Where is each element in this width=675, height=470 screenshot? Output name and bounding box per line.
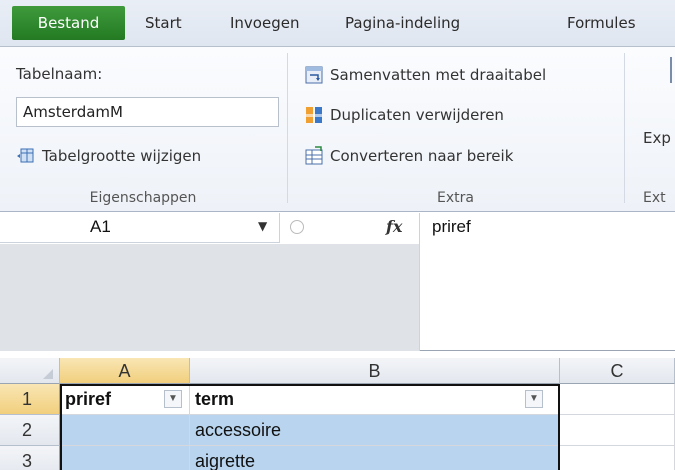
insert-function-icon[interactable]: fx [386, 217, 402, 236]
cell-b1-value: term [195, 389, 235, 409]
cell-a1-value: priref [65, 389, 112, 409]
name-box-value: A1 [90, 217, 111, 236]
resize-table-button[interactable]: Tabelgrootte wijzigen [16, 146, 201, 166]
tab-page-layout[interactable]: Pagina-indeling [345, 8, 460, 38]
row-header-2[interactable]: 2 [0, 415, 60, 446]
pivot-table-label: Samenvatten met draaitabel [330, 66, 547, 84]
tab-formulas[interactable]: Formules [567, 8, 636, 38]
pivot-table-icon [305, 66, 323, 84]
resize-table-label: Tabelgrootte wijzigen [42, 147, 202, 165]
select-all-corner[interactable] [0, 358, 60, 384]
properties-group-label: Eigenschappen [89, 190, 197, 206]
row-header-1[interactable]: 1 [0, 384, 60, 415]
external-data-group: Exp Ext [625, 47, 675, 212]
extra-group-label: Extra [437, 190, 474, 206]
formula-bar: A1 ▼ fx priref [0, 213, 675, 351]
export-button[interactable]: Exp [643, 129, 671, 147]
tab-insert[interactable]: Invoegen [230, 8, 299, 38]
resize-table-icon [17, 148, 34, 163]
ribbon: Tabelnaam: AmsterdamM Tabelgrootte wijzi… [0, 47, 675, 212]
properties-group: Tabelnaam: AmsterdamM Tabelgrootte wijzi… [0, 47, 286, 212]
extra-group: Samenvatten met draaitabel Duplicaten ve… [288, 47, 623, 212]
cell-c3[interactable] [560, 446, 675, 470]
cell-c2[interactable] [560, 415, 675, 446]
remove-duplicates-button[interactable]: Duplicaten verwijderen [304, 105, 504, 125]
remove-duplicates-icon [306, 107, 322, 123]
cell-b2-value: accessoire [195, 420, 282, 440]
cell-c1[interactable] [560, 384, 675, 415]
table-name-input[interactable]: AmsterdamM [16, 97, 279, 127]
export-icon [670, 57, 672, 83]
pivot-table-button[interactable]: Samenvatten met draaitabel [304, 65, 546, 85]
name-box[interactable]: A1 ▼ [0, 213, 280, 243]
filter-dropdown-a[interactable]: ▼ [164, 390, 182, 408]
column-header-c[interactable]: C [560, 358, 675, 384]
cell-b2[interactable]: accessoire [190, 415, 560, 446]
worksheet-grid: A B C 1 2 3 priref ▼ term ▼ accessoire a… [0, 358, 675, 470]
remove-duplicates-label: Duplicaten verwijderen [330, 106, 504, 124]
name-box-area [0, 244, 419, 351]
formula-input[interactable]: priref [432, 217, 471, 237]
row-header-3[interactable]: 3 [0, 446, 60, 470]
select-all-icon [43, 369, 53, 379]
chevron-down-icon[interactable]: ▼ [258, 219, 267, 233]
formula-divider [419, 213, 420, 351]
cell-a2[interactable] [60, 415, 190, 446]
cell-b1[interactable]: term [190, 384, 560, 415]
column-header-a[interactable]: A [60, 358, 190, 384]
ribbon-tab-bar: Bestand Start Invoegen Pagina-indeling F… [0, 0, 675, 47]
cell-b3[interactable]: aigrette [190, 446, 560, 470]
column-header-b[interactable]: B [190, 358, 560, 384]
formula-bar-grip-icon [290, 220, 304, 234]
convert-to-range-icon [305, 146, 323, 165]
external-group-label: Ext [643, 190, 666, 206]
table-name-label: Tabelnaam: [16, 65, 103, 83]
formula-controls: fx [282, 213, 419, 244]
tab-file[interactable]: Bestand [12, 6, 125, 40]
tab-start[interactable]: Start [145, 8, 182, 38]
filter-dropdown-b[interactable]: ▼ [525, 390, 543, 408]
cell-a3[interactable] [60, 446, 190, 470]
convert-to-range-label: Converteren naar bereik [330, 147, 514, 165]
cell-b3-value: aigrette [195, 451, 256, 470]
convert-to-range-button[interactable]: Converteren naar bereik [304, 146, 513, 166]
